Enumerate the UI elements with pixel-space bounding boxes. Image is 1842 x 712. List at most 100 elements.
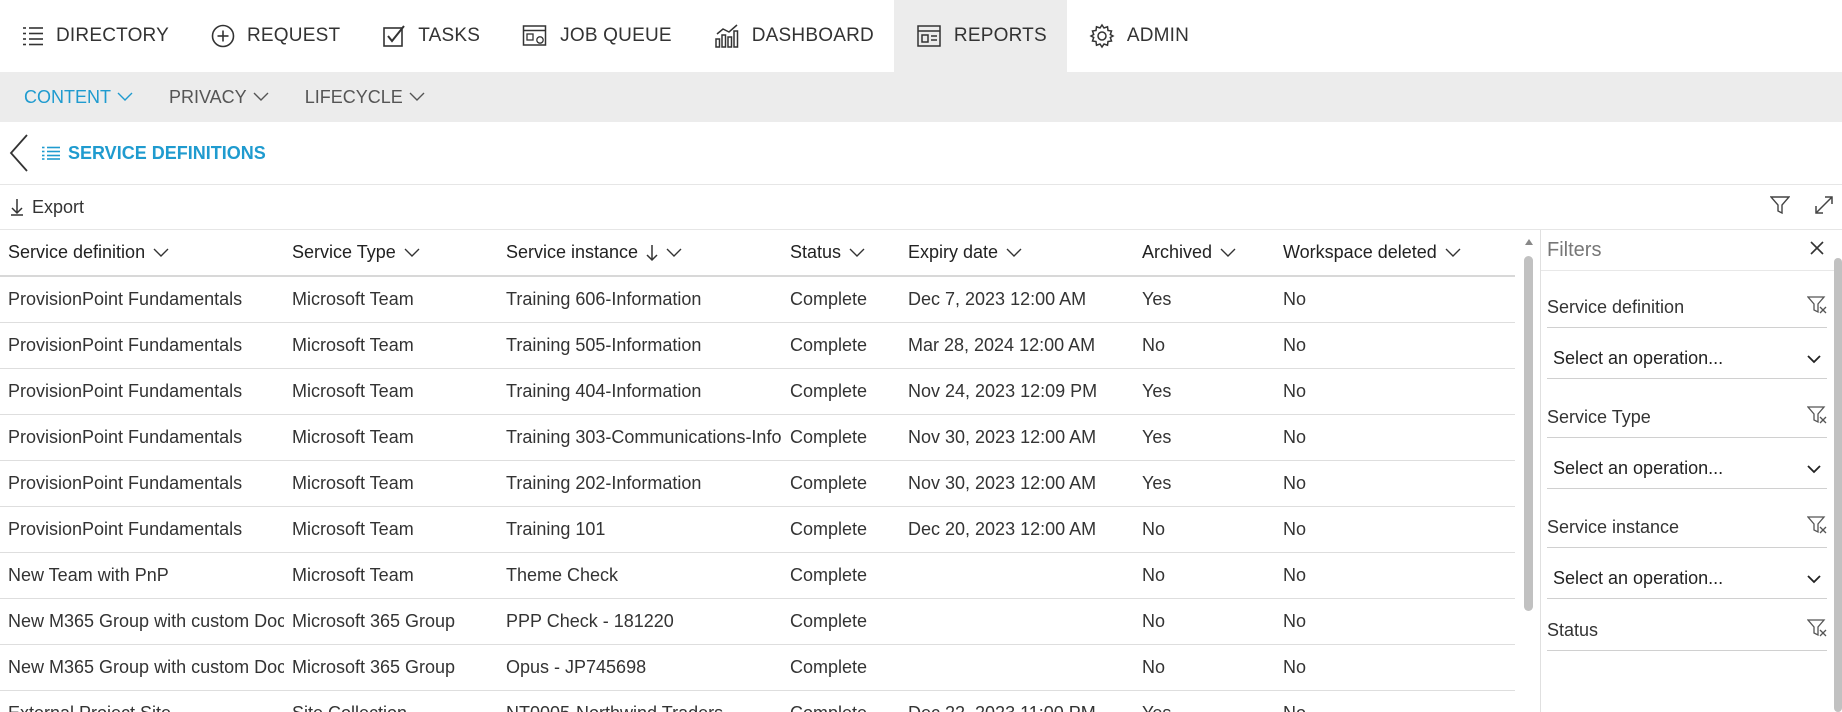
table-cell: Training 505-Information	[498, 322, 782, 369]
report-icon	[917, 25, 941, 47]
chevron-down-icon	[253, 92, 269, 101]
column-header-label: Archived	[1142, 242, 1213, 262]
download-arrow-icon	[11, 199, 23, 216]
table-cell: Yes	[1134, 276, 1275, 323]
subnav-content-label: CONTENT	[24, 86, 111, 107]
page-title: SERVICE DEFINITIONS	[42, 143, 266, 164]
table-row[interactable]: New M365 Group with custom Document Libr…	[0, 598, 1515, 645]
nav-dashboard[interactable]: DASHBOARD	[692, 0, 894, 72]
export-label: Export	[32, 196, 85, 217]
clear-filter-icon[interactable]	[1806, 515, 1827, 540]
table-cell: New Team with PnP	[0, 552, 284, 599]
column-header[interactable]: Status	[782, 230, 900, 277]
column-header-label: Status	[790, 242, 842, 262]
column-header[interactable]: Service instance	[498, 230, 782, 277]
table-cell: No	[1275, 460, 1515, 507]
nav-tasks[interactable]: TASKS	[360, 0, 500, 72]
nav-reports[interactable]: REPORTS	[893, 0, 1067, 72]
table-cell: Dec 20, 2023 12:00 AM	[900, 506, 1134, 553]
subnav-lifecycle-label: LIFECYCLE	[304, 86, 403, 107]
column-header[interactable]: Archived	[1134, 230, 1275, 277]
chevron-down-icon[interactable]	[849, 248, 865, 258]
table-row[interactable]: ProvisionPoint Fundamentals Microsoft Tea…	[0, 460, 1515, 507]
chevron-down-icon[interactable]	[1006, 248, 1022, 258]
chevron-down-icon[interactable]	[1220, 248, 1236, 258]
filter-operation-select[interactable]: Select an operation...	[1547, 448, 1827, 489]
back-button[interactable]	[4, 131, 34, 175]
filter-operation-value: Select an operation...	[1553, 347, 1724, 368]
chevron-down-icon[interactable]	[1445, 248, 1461, 258]
table-cell: No	[1275, 322, 1515, 369]
chevron-down-icon	[1807, 348, 1821, 369]
scroll-up-arrow-icon[interactable]	[1524, 238, 1534, 246]
table-cell: No	[1134, 322, 1275, 369]
column-header-content: Archived	[1142, 242, 1236, 263]
table-cell: No	[1275, 414, 1515, 461]
filter-label-text: Service Type	[1547, 406, 1651, 427]
table-cell: No	[1275, 506, 1515, 553]
table-row[interactable]: New Team with PnP Microsoft Team Theme Che…	[0, 552, 1515, 599]
plus-circle-icon	[211, 24, 235, 48]
export-button[interactable]: Export	[10, 197, 84, 218]
table-cell: Training 606-Information	[498, 276, 782, 323]
chevron-down-icon[interactable]	[666, 248, 682, 258]
filter-label: Service instance	[1547, 507, 1827, 548]
subnav-privacy[interactable]: PRIVACY	[169, 87, 269, 108]
chevron-down-icon	[117, 92, 133, 101]
subnav-content[interactable]: CONTENT	[24, 87, 133, 108]
table-cell: ProvisionPoint Fundamentals	[0, 506, 284, 553]
table-cell: Training 404-Information	[498, 368, 782, 415]
table-cell: Yes	[1134, 414, 1275, 461]
chart-icon	[715, 24, 739, 48]
nav-admin[interactable]: ADMIN	[1067, 0, 1209, 72]
table-cell: Complete	[782, 690, 900, 712]
nav-directory[interactable]: DIRECTORY	[0, 0, 189, 72]
filter-operation-value: Select an operation...	[1553, 567, 1724, 588]
chevron-down-icon[interactable]	[404, 248, 420, 258]
column-header[interactable]: Service Type	[284, 230, 498, 277]
table-cell: Mar 28, 2024 12:00 AM	[900, 322, 1134, 369]
sort-descending-icon	[646, 244, 658, 261]
nav-directory-label: DIRECTORY	[56, 25, 170, 46]
table-row[interactable]: External Project SiteSite CollectionNT00…	[0, 690, 1515, 712]
column-header[interactable]: Service definition	[0, 230, 284, 277]
table-cell: PPP Check - 181220	[498, 598, 782, 645]
subnav-lifecycle[interactable]: LIFECYCLE	[305, 87, 425, 108]
column-header-content: Service Type	[292, 242, 420, 263]
filters-scrollbar-thumb[interactable]	[1834, 258, 1842, 712]
column-header[interactable]: Expiry date	[900, 230, 1134, 277]
table-row[interactable]: New M365 Group with custom Document Libr…	[0, 644, 1515, 691]
table-cell: Complete	[782, 276, 900, 323]
close-icon[interactable]	[1809, 240, 1825, 261]
clear-filter-icon[interactable]	[1806, 405, 1827, 430]
filter-icon[interactable]	[1769, 195, 1791, 220]
expand-icon[interactable]	[1814, 195, 1834, 220]
column-header-content: Service instance	[506, 242, 682, 263]
chevron-down-icon	[1807, 458, 1821, 479]
table-row[interactable]: ProvisionPoint Fundamentals Microsoft Tea…	[0, 368, 1515, 415]
table-cell: Training 303-Communications-Information	[498, 414, 782, 461]
table-row[interactable]: ProvisionPoint Fundamentals Microsoft Tea…	[0, 276, 1515, 323]
filter-group: Status	[1547, 610, 1827, 651]
table-cell: Microsoft Team	[284, 276, 498, 323]
filter-label-text: Status	[1547, 619, 1599, 640]
clear-filter-icon[interactable]	[1806, 618, 1827, 643]
nav-request[interactable]: REQUEST	[189, 0, 360, 72]
clear-filter-icon[interactable]	[1806, 295, 1827, 320]
scrollbar-thumb[interactable]	[1524, 256, 1533, 611]
filter-operation-select[interactable]: Select an operation...	[1547, 558, 1827, 599]
filters-scrollbar[interactable]	[1834, 236, 1842, 712]
table-row[interactable]: ProvisionPoint Fundamentals Microsoft Tea…	[0, 506, 1515, 553]
top-navigation: DIRECTORY REQUEST TASKS JOB QUEUE DASHBO…	[0, 0, 1842, 72]
column-header[interactable]: Workspace deleted	[1275, 230, 1515, 277]
table-cell: Opus - JP745698	[498, 644, 782, 691]
column-header-label: Service instance	[506, 242, 639, 262]
table-row[interactable]: ProvisionPoint Fundamentals Microsoft Tea…	[0, 414, 1515, 461]
chevron-down-icon[interactable]	[153, 248, 169, 258]
filter-operation-select[interactable]: Select an operation...	[1547, 338, 1827, 379]
grid-scrollbar[interactable]	[1522, 236, 1534, 712]
table-row[interactable]: ProvisionPoint Fundamentals Microsoft Tea…	[0, 322, 1515, 369]
table-cell: No	[1134, 644, 1275, 691]
column-header-content: Service definition	[8, 242, 169, 263]
nav-job-queue[interactable]: JOB QUEUE	[500, 0, 692, 72]
